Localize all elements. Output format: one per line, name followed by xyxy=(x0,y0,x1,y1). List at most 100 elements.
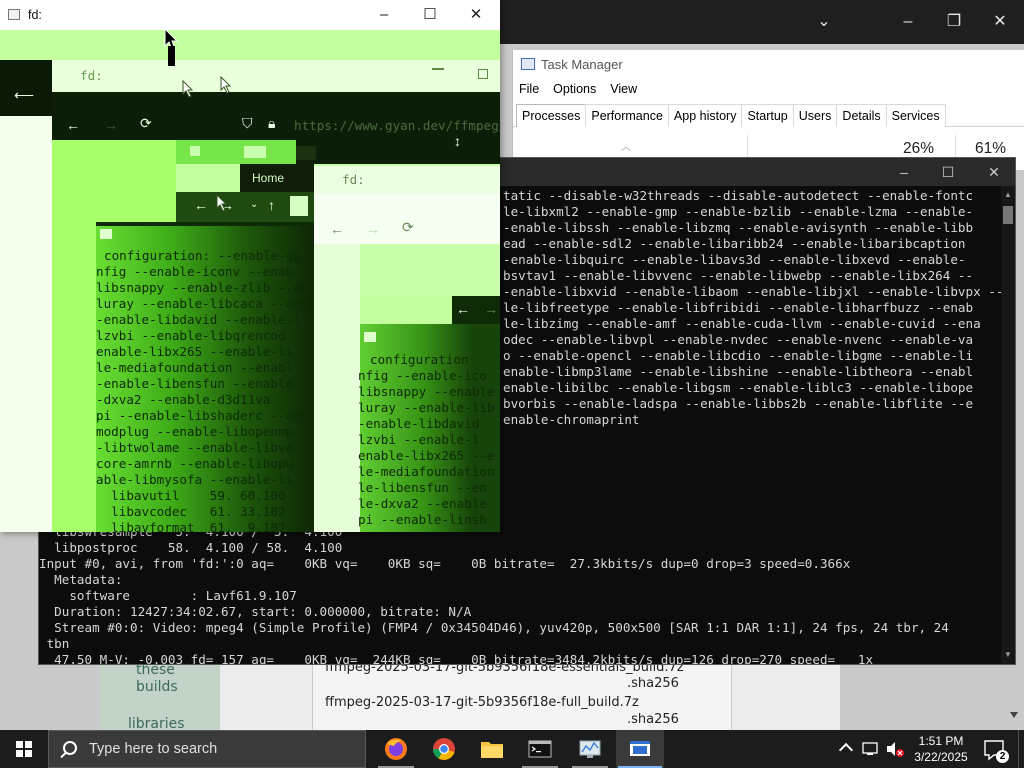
taskbar-chrome[interactable] xyxy=(420,730,468,768)
console-line: bsvtav1 --enable-libvvenc --enable-libwe… xyxy=(503,268,974,283)
hash-link-essentials[interactable]: .sha256 xyxy=(627,676,679,691)
glitch-block xyxy=(52,60,500,92)
close-icon[interactable]: ✕ xyxy=(990,12,1010,32)
taskbar-network-monitor[interactable] xyxy=(566,730,614,768)
taskbar-ffplay-video[interactable] xyxy=(616,730,664,768)
ghost-home: Home xyxy=(252,171,285,185)
taskbar-clock[interactable]: 1:51 PM 3/22/2025 xyxy=(906,733,976,765)
scroll-down-arrow[interactable] xyxy=(1010,712,1018,718)
show-hidden-icons[interactable] xyxy=(838,730,856,768)
minimize-icon[interactable]: – xyxy=(374,5,394,25)
task-manager-window: Task Manager File Options View Processes… xyxy=(512,50,1024,170)
ghost-config-line: configuration xyxy=(370,352,469,367)
console-line: bvorbis --enable-ladspa --enable-libbs2b… xyxy=(503,396,974,411)
scroll-down-arrow-icon[interactable]: ▼ xyxy=(1003,650,1013,660)
memory-percent[interactable]: 61% xyxy=(975,140,1006,158)
ghost-config-line: le-mediafoundation xyxy=(358,464,495,479)
back-arrow-icon: ⟵ xyxy=(14,87,35,103)
taskbar-file-explorer[interactable] xyxy=(468,730,516,768)
tab-details[interactable]: Details xyxy=(836,104,887,127)
sidebar-link-builds[interactable]: builds xyxy=(136,679,178,695)
cpu-percent[interactable]: 26% xyxy=(903,140,934,158)
network-tray[interactable] xyxy=(860,730,882,768)
ghost-url: https://www.gyan.dev/ffmpeg/buil xyxy=(294,118,500,133)
sort-chevron-icon[interactable]: ︿ xyxy=(621,138,631,153)
console-line: libpostproc 58. 4.100 / 58. 4.100 xyxy=(39,540,343,555)
maximize-icon[interactable]: ☐ xyxy=(939,163,957,181)
windows-logo-icon xyxy=(16,741,32,757)
task-manager-title: Task Manager xyxy=(541,57,623,72)
tab-performance[interactable]: Performance xyxy=(585,104,669,127)
shield-icon: ⛉ xyxy=(242,115,253,131)
back-arrow-icon: ← xyxy=(66,117,80,133)
task-manager-icon xyxy=(521,58,535,70)
glitch-block xyxy=(360,244,500,296)
console-line: le-libxml2 --enable-gmp --enable-bzlib -… xyxy=(503,204,974,219)
console-scrollbar[interactable]: ▲ ▼ xyxy=(1001,186,1015,664)
console-line: tbn xyxy=(39,636,70,651)
console-line: -enable-libssh --enable-libzmq --enable-… xyxy=(503,220,974,235)
up-arrow-icon: ↑ xyxy=(268,197,275,213)
notification-count: 2 xyxy=(996,750,1009,763)
ghost-config-line: libavcodec 61. 33.102 xyxy=(96,504,286,519)
forward-arrow-icon: → xyxy=(104,117,118,133)
minimize-icon[interactable]: – xyxy=(898,12,918,32)
ghost-config-line: -enable-libensfun --enable-libw xyxy=(96,376,332,391)
ghost-config-line: libavutil 59. 60.100 xyxy=(96,488,286,503)
ghost-config-line: nfig --enable-ico xyxy=(358,368,487,383)
console-line: Stream #0:0: Video: mpeg4 (Simple Profil… xyxy=(39,620,949,635)
taskbar-command-prompt[interactable] xyxy=(516,730,564,768)
console-line: -enable-libquirc --enable-libavs3d --ena… xyxy=(503,252,966,267)
hash-link-full[interactable]: .sha256 xyxy=(627,712,679,727)
glitch-block xyxy=(0,116,52,532)
page-sidebar: these builds libraries xyxy=(100,660,220,732)
tab-processes[interactable]: Processes xyxy=(516,104,587,127)
notifications-button[interactable]: 2 xyxy=(980,730,1010,768)
ghost-config-line: pi --enable-linsh xyxy=(358,512,487,527)
close-icon[interactable]: ✕ xyxy=(466,5,486,25)
console-line: o --enable-opencl --enable-libcdio --ena… xyxy=(503,348,974,363)
ffplay-titlebar: fd: – ☐ ✕ xyxy=(0,0,500,30)
console-line: tatic --disable-w32threads --disable-aut… xyxy=(503,188,974,203)
menu-view[interactable]: View xyxy=(610,82,637,96)
ghost-config-line: enable-libx265 --e xyxy=(358,448,495,463)
restore-icon[interactable]: ❐ xyxy=(944,12,964,32)
menu-file[interactable]: File xyxy=(519,82,539,96)
taskbar-firefox[interactable] xyxy=(372,730,420,768)
ffplay-video-window[interactable]: fd: – ☐ ✕ ⟵ fd: ← → ⟳ ⛉ 🔒︎ https://www.g… xyxy=(0,0,500,532)
ghost-config-line: le-mediafoundation --enabl xyxy=(96,360,294,375)
chevron-down-icon[interactable]: ⌄ xyxy=(814,12,834,32)
forward-arrow-icon: → xyxy=(484,301,498,317)
browser-titlebar: ⌄ – ❐ ✕ xyxy=(500,0,1024,44)
minimize-icon[interactable]: – xyxy=(895,163,913,181)
close-icon[interactable]: ✕ xyxy=(985,163,1003,181)
maximize-icon[interactable]: ☐ xyxy=(420,5,440,25)
taskbar-search[interactable]: Type here to search xyxy=(48,730,366,768)
tab-startup[interactable]: Startup xyxy=(741,104,794,127)
tab-services[interactable]: Services xyxy=(885,104,946,127)
ghost-config-line: libsnappy --enable-zlib --en xyxy=(96,280,309,295)
chrome-icon xyxy=(433,738,455,760)
volume-tray[interactable] xyxy=(884,730,906,768)
tab-users[interactable]: Users xyxy=(792,104,838,127)
ghost-config-line: libsnappy --enable xyxy=(358,384,495,399)
glitch-block xyxy=(290,196,308,216)
menu-options[interactable]: Options xyxy=(553,82,596,96)
console-line: Metadata: xyxy=(39,572,123,587)
scroll-up-arrow-icon[interactable]: ▲ xyxy=(1003,190,1013,200)
firefox-icon xyxy=(385,738,407,760)
scrollbar-thumb[interactable] xyxy=(1003,206,1013,224)
start-button[interactable] xyxy=(0,730,48,768)
glitch-block xyxy=(244,146,266,158)
tab-app-history[interactable]: App history xyxy=(667,104,743,127)
file-list: ffmpeg-2025-03-17-git-5b9356f18e-essenti… xyxy=(312,660,732,730)
ghost-config-line: luray --enable-libcaca --ena xyxy=(96,296,309,311)
download-page-strip: these builds libraries ffmpeg-2025-03-17… xyxy=(100,660,840,732)
ghost-config-line: enable-libx265 --enable-li xyxy=(96,344,294,359)
show-desktop-button[interactable] xyxy=(1018,730,1024,768)
console-line: le-libzimg --enable-amf --enable-cuda-ll… xyxy=(503,316,981,331)
ghost-config-line: configuration: --enable-gp xyxy=(104,248,302,263)
file-link-full[interactable]: ffmpeg-2025-03-17-git-5b9356f18e-full_bu… xyxy=(325,695,639,710)
ghost-config-line: able-libmysofa --enable-li xyxy=(96,472,294,487)
ghost-title: fd: xyxy=(342,172,365,187)
